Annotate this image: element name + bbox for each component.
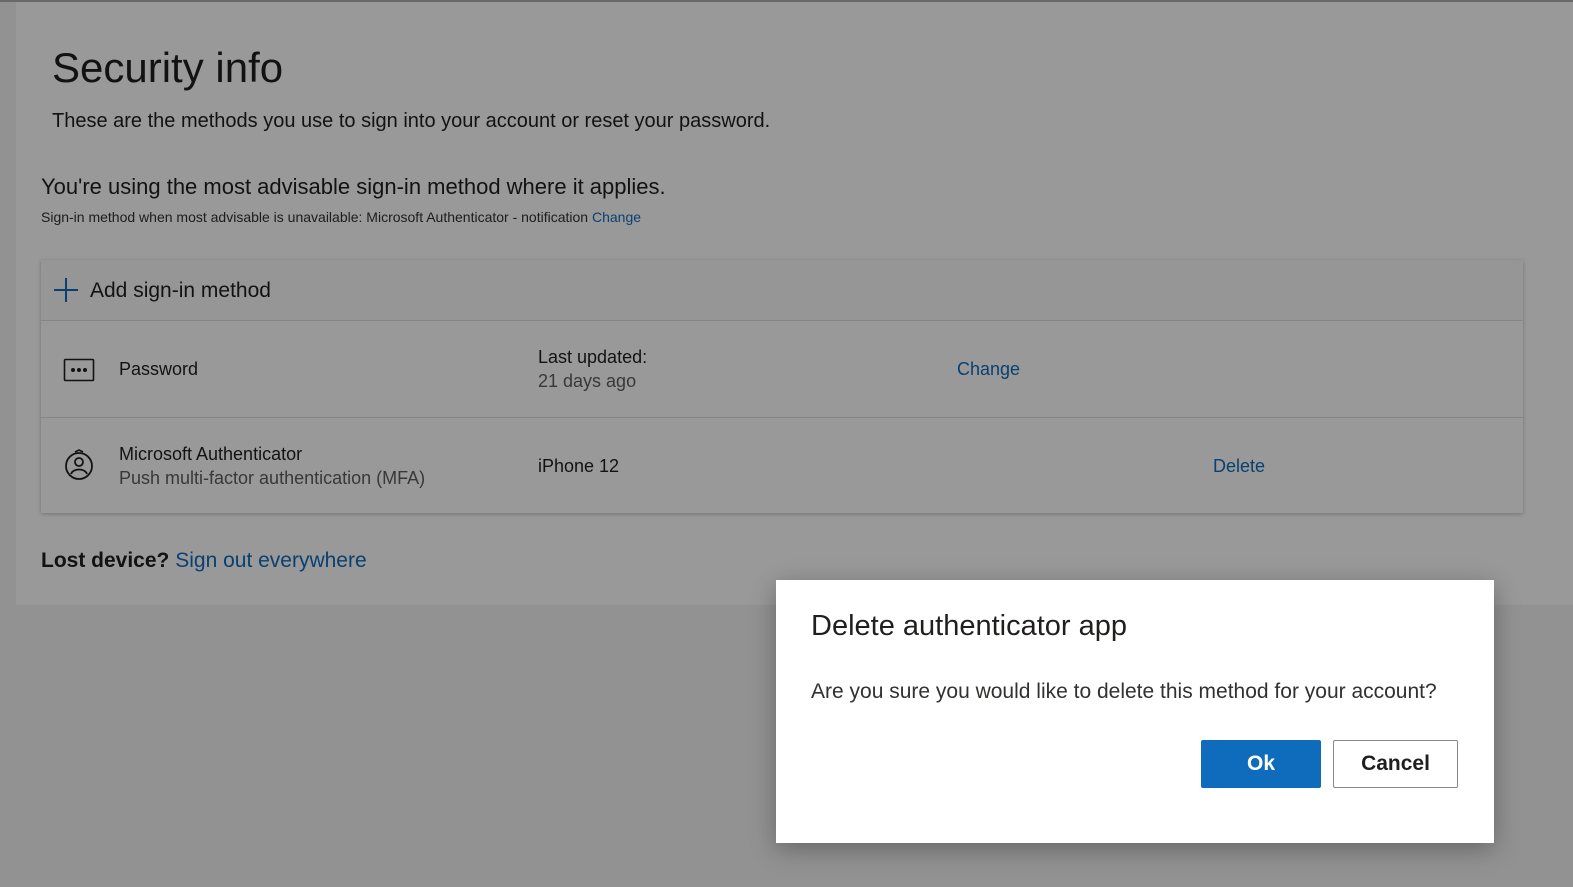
page: Security info These are the methods you …: [0, 0, 1573, 887]
ok-button[interactable]: Ok: [1201, 740, 1321, 788]
cancel-button[interactable]: Cancel: [1333, 740, 1458, 788]
delete-authenticator-dialog: Delete authenticator app Are you sure yo…: [776, 580, 1494, 843]
dialog-title: Delete authenticator app: [811, 610, 1127, 642]
dialog-message: Are you sure you would like to delete th…: [811, 680, 1437, 703]
